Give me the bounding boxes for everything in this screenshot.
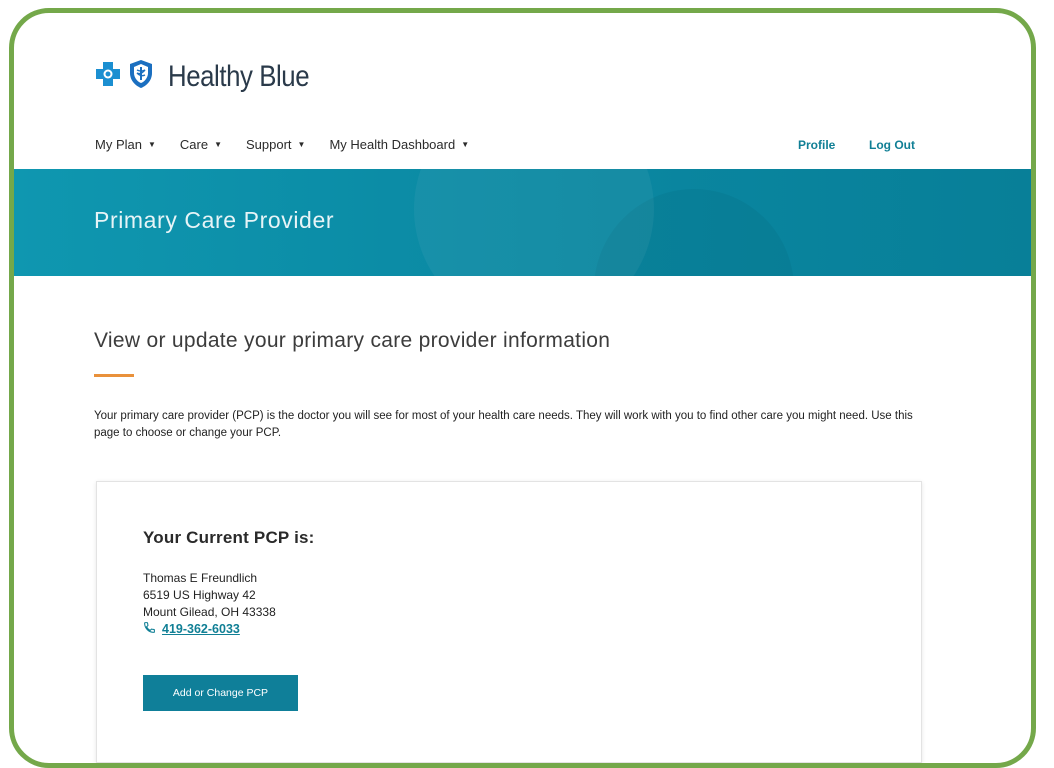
heading-accent-bar xyxy=(94,374,134,377)
blue-cross-icon xyxy=(94,60,122,93)
provider-phone: 419-362-6033 xyxy=(143,621,240,637)
phone-link[interactable]: 419-362-6033 xyxy=(162,622,240,636)
brand-name: Healthy Blue xyxy=(168,59,310,93)
caret-down-icon: ▼ xyxy=(461,140,470,149)
nav-item-label: My Health Dashboard xyxy=(329,137,456,152)
nav-item-label: My Plan xyxy=(95,137,142,152)
caret-down-icon: ▼ xyxy=(214,140,222,149)
phone-icon xyxy=(143,621,156,637)
profile-link[interactable]: Profile xyxy=(798,138,835,152)
caret-down-icon: ▼ xyxy=(147,140,156,149)
address-line-1: 6519 US Highway 42 xyxy=(143,588,256,602)
nav-item-support[interactable]: Support ▼ xyxy=(246,137,305,152)
add-or-change-pcp-button[interactable]: Add or Change PCP xyxy=(143,675,298,711)
nav-item-label: Support xyxy=(246,137,292,152)
device-frame: Healthy Blue My Plan ▼ Care ▼ Support ▼ … xyxy=(9,8,1036,768)
page-banner: Primary Care Provider xyxy=(14,169,1031,276)
nav-item-my-health-dashboard[interactable]: My Health Dashboard ▼ xyxy=(329,137,469,152)
provider-name: Thomas E Freundlich xyxy=(143,571,258,585)
main-nav: My Plan ▼ Care ▼ Support ▼ My Health Das… xyxy=(95,137,493,152)
nav-item-my-plan[interactable]: My Plan ▼ xyxy=(95,137,156,152)
blue-shield-icon xyxy=(128,59,154,94)
current-pcp-card: Your Current PCP is: Thomas E Freundlich… xyxy=(96,481,922,763)
caret-down-icon: ▼ xyxy=(297,140,306,149)
nav-item-label: Care xyxy=(179,137,209,152)
card-title: Your Current PCP is: xyxy=(143,528,315,547)
page-title: Primary Care Provider xyxy=(94,207,335,233)
nav-item-care[interactable]: Care ▼ xyxy=(180,137,222,152)
intro-text: Your primary care provider (PCP) is the … xyxy=(94,410,913,439)
provider-address: Thomas E Freundlich 6519 US Highway 42 M… xyxy=(143,570,276,621)
logout-link[interactable]: Log Out xyxy=(869,138,915,152)
section-heading: View or update your primary care provide… xyxy=(94,329,611,352)
address-line-2: Mount Gilead, OH 43338 xyxy=(143,605,276,619)
healthy-blue-logo[interactable]: Healthy Blue xyxy=(94,59,332,94)
